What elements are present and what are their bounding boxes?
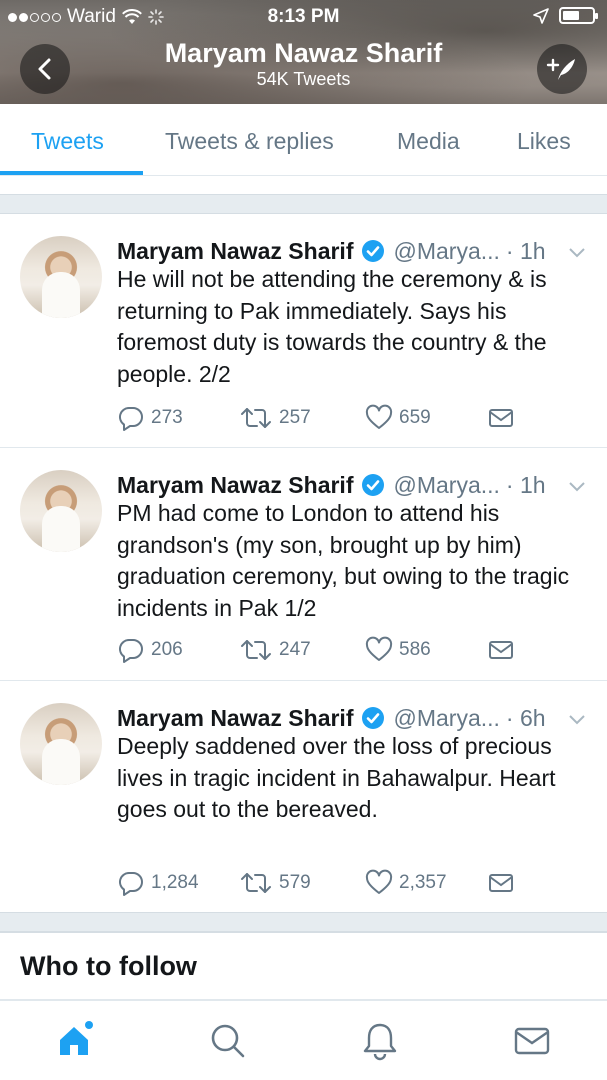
tab-media[interactable]: Media bbox=[397, 128, 460, 155]
location-arrow-icon bbox=[533, 7, 549, 24]
retweet-icon bbox=[241, 408, 271, 428]
tweet-timestamp: · 1h bbox=[505, 237, 546, 264]
direct-message-button[interactable] bbox=[487, 636, 515, 664]
retweet-count: 257 bbox=[279, 407, 311, 428]
direct-message-icon bbox=[489, 641, 513, 659]
tweet-actions: 1,284 579 2,357 bbox=[117, 869, 587, 899]
like-icon bbox=[365, 869, 393, 894]
reply-count: 206 bbox=[151, 639, 183, 660]
retweet-count: 247 bbox=[279, 639, 311, 660]
retweet-button[interactable]: 247 bbox=[239, 636, 311, 664]
who-to-follow-title: Who to follow bbox=[20, 951, 197, 981]
tweet-author-handle[interactable]: @Marya... bbox=[393, 705, 499, 732]
tab-likes[interactable]: Likes bbox=[517, 128, 571, 155]
tweet-header: Maryam Nawaz Sharif @Marya... · 1h bbox=[117, 236, 587, 266]
tweet-text: PM had come to London to attend his gran… bbox=[117, 500, 570, 621]
profile-name: Maryam Nawaz Sharif bbox=[164, 38, 443, 68]
profile-header: Warid 8:13 PM Maryam Nawaz Sharif 54K Tw… bbox=[0, 0, 607, 104]
tweet-timestamp: · 1h bbox=[505, 471, 546, 498]
reply-icon bbox=[118, 638, 143, 663]
profile-tabs: Tweets Tweets & replies Media Likes bbox=[0, 104, 607, 176]
tab-tweets[interactable]: Tweets bbox=[31, 128, 104, 155]
tab-tweets-and-replies[interactable]: Tweets & replies bbox=[165, 128, 334, 155]
bottom-tab-bar bbox=[0, 1000, 607, 1080]
like-icon bbox=[365, 636, 393, 661]
tweet-author-handle[interactable]: @Marya... bbox=[393, 238, 499, 265]
section-divider bbox=[0, 912, 607, 932]
active-tab-indicator bbox=[0, 171, 143, 175]
battery-icon bbox=[559, 7, 598, 24]
direct-message-button[interactable] bbox=[487, 404, 515, 432]
notifications-icon bbox=[363, 1023, 397, 1061]
like-count: 659 bbox=[399, 407, 431, 428]
tab-notifications[interactable] bbox=[360, 1021, 400, 1066]
tweet-item[interactable]: Maryam Nawaz Sharif @Marya... · 1h PM ha… bbox=[0, 448, 607, 681]
retweet-button[interactable]: 257 bbox=[239, 404, 311, 432]
who-to-follow-section: Who to follow bbox=[0, 932, 607, 1000]
messages-icon bbox=[514, 1027, 550, 1055]
tweet-count: 54K Tweets bbox=[256, 69, 351, 89]
like-count: 586 bbox=[399, 639, 431, 660]
tab-search[interactable] bbox=[208, 1021, 248, 1066]
tweet-item[interactable]: Maryam Nawaz Sharif @Marya... · 1h He wi… bbox=[0, 214, 607, 448]
home-icon bbox=[60, 1021, 93, 1055]
retweet-button[interactable]: 579 bbox=[239, 869, 311, 897]
reply-button[interactable]: 206 bbox=[117, 636, 183, 664]
section-divider bbox=[0, 194, 607, 214]
like-button[interactable]: 2,357 bbox=[365, 869, 447, 897]
status-bar: Warid 8:13 PM bbox=[0, 0, 607, 34]
retweet-icon bbox=[241, 873, 271, 893]
retweet-count: 579 bbox=[279, 872, 311, 893]
tweet-actions: 273 257 659 bbox=[117, 404, 587, 434]
direct-message-button[interactable] bbox=[487, 869, 515, 897]
reply-count: 273 bbox=[151, 407, 183, 428]
tweet-author-handle[interactable]: @Marya... bbox=[393, 472, 499, 499]
reply-icon bbox=[118, 406, 143, 431]
tweet-text: He will not be attending the ceremony & … bbox=[117, 266, 547, 387]
direct-message-icon bbox=[489, 874, 513, 892]
tweet-author-name[interactable]: Maryam Nawaz Sharif bbox=[117, 238, 353, 265]
tweet-header: Maryam Nawaz Sharif @Marya... · 6h bbox=[117, 703, 587, 733]
avatar[interactable] bbox=[20, 470, 102, 552]
reply-button[interactable]: 273 bbox=[117, 404, 183, 432]
reply-icon bbox=[118, 871, 143, 896]
scrolled-tweet-remnant bbox=[0, 176, 607, 194]
tweet-author-name[interactable]: Maryam Nawaz Sharif bbox=[117, 705, 353, 732]
like-icon bbox=[365, 404, 393, 429]
compose-tweet-button[interactable] bbox=[537, 44, 587, 94]
compose-tweet-icon bbox=[546, 58, 575, 80]
tweet-header: Maryam Nawaz Sharif @Marya... · 1h bbox=[117, 470, 587, 500]
reply-count: 1,284 bbox=[151, 872, 199, 893]
status-right bbox=[533, 7, 598, 24]
avatar[interactable] bbox=[20, 236, 102, 318]
like-button[interactable]: 659 bbox=[365, 404, 431, 432]
verified-icon bbox=[361, 706, 385, 730]
search-icon bbox=[211, 1024, 245, 1058]
tweet-item[interactable]: Maryam Nawaz Sharif @Marya... · 6h Deepl… bbox=[0, 681, 607, 912]
tab-messages[interactable] bbox=[512, 1021, 552, 1066]
tweet-text: Deeply saddened over the loss of preciou… bbox=[117, 733, 556, 822]
direct-message-icon bbox=[489, 409, 513, 427]
verified-icon bbox=[361, 239, 385, 263]
retweet-icon bbox=[241, 640, 271, 660]
tweet-actions: 206 247 586 bbox=[117, 636, 587, 666]
status-time: 8:13 PM bbox=[267, 6, 340, 27]
like-button[interactable]: 586 bbox=[365, 636, 431, 664]
reply-button[interactable]: 1,284 bbox=[117, 869, 199, 897]
tab-home[interactable] bbox=[56, 1021, 96, 1066]
tweet-timestamp: · 6h bbox=[505, 704, 546, 731]
verified-icon bbox=[361, 473, 385, 497]
tweet-author-name[interactable]: Maryam Nawaz Sharif bbox=[117, 472, 353, 499]
avatar[interactable] bbox=[20, 703, 102, 785]
like-count: 2,357 bbox=[399, 872, 447, 893]
